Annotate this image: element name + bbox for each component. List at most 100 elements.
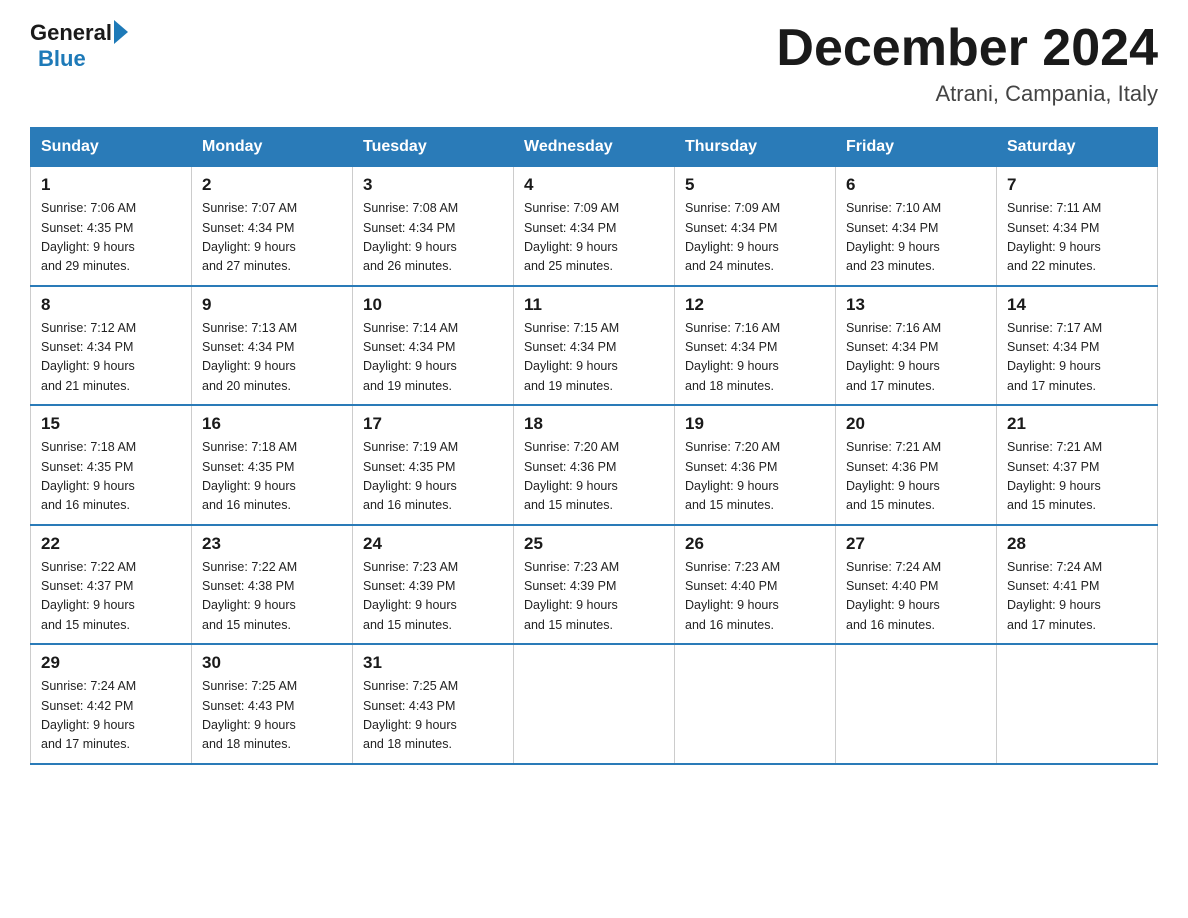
day-number: 4 [524,175,664,195]
day-number: 18 [524,414,664,434]
day-number: 7 [1007,175,1147,195]
day-number: 11 [524,295,664,315]
day-number: 2 [202,175,342,195]
week-row-2: 8 Sunrise: 7:12 AMSunset: 4:34 PMDayligh… [31,286,1158,406]
calendar-cell: 31 Sunrise: 7:25 AMSunset: 4:43 PMDaylig… [353,644,514,764]
day-number: 15 [41,414,181,434]
day-info: Sunrise: 7:13 AMSunset: 4:34 PMDaylight:… [202,319,342,397]
day-info: Sunrise: 7:18 AMSunset: 4:35 PMDaylight:… [41,438,181,516]
day-info: Sunrise: 7:08 AMSunset: 4:34 PMDaylight:… [363,199,503,277]
calendar-cell: 8 Sunrise: 7:12 AMSunset: 4:34 PMDayligh… [31,286,192,406]
day-info: Sunrise: 7:20 AMSunset: 4:36 PMDaylight:… [685,438,825,516]
day-number: 28 [1007,534,1147,554]
day-info: Sunrise: 7:16 AMSunset: 4:34 PMDaylight:… [685,319,825,397]
calendar-cell [836,644,997,764]
calendar-cell [997,644,1158,764]
day-number: 25 [524,534,664,554]
day-number: 5 [685,175,825,195]
day-info: Sunrise: 7:20 AMSunset: 4:36 PMDaylight:… [524,438,664,516]
day-number: 29 [41,653,181,673]
day-info: Sunrise: 7:17 AMSunset: 4:34 PMDaylight:… [1007,319,1147,397]
header-right: December 2024 Atrani, Campania, Italy [776,20,1158,107]
logo-blue-text: Blue [38,46,86,72]
column-header-friday: Friday [836,128,997,167]
calendar-cell: 29 Sunrise: 7:24 AMSunset: 4:42 PMDaylig… [31,644,192,764]
week-row-5: 29 Sunrise: 7:24 AMSunset: 4:42 PMDaylig… [31,644,1158,764]
calendar-cell: 24 Sunrise: 7:23 AMSunset: 4:39 PMDaylig… [353,525,514,645]
day-info: Sunrise: 7:14 AMSunset: 4:34 PMDaylight:… [363,319,503,397]
calendar-cell: 9 Sunrise: 7:13 AMSunset: 4:34 PMDayligh… [192,286,353,406]
day-info: Sunrise: 7:22 AMSunset: 4:38 PMDaylight:… [202,558,342,636]
calendar-table: SundayMondayTuesdayWednesdayThursdayFrid… [30,127,1158,765]
day-info: Sunrise: 7:10 AMSunset: 4:34 PMDaylight:… [846,199,986,277]
calendar-cell [675,644,836,764]
page-header: General Blue December 2024 Atrani, Campa… [30,20,1158,107]
calendar-cell: 22 Sunrise: 7:22 AMSunset: 4:37 PMDaylig… [31,525,192,645]
day-number: 16 [202,414,342,434]
week-row-4: 22 Sunrise: 7:22 AMSunset: 4:37 PMDaylig… [31,525,1158,645]
day-info: Sunrise: 7:24 AMSunset: 4:42 PMDaylight:… [41,677,181,755]
day-info: Sunrise: 7:25 AMSunset: 4:43 PMDaylight:… [202,677,342,755]
calendar-cell: 12 Sunrise: 7:16 AMSunset: 4:34 PMDaylig… [675,286,836,406]
logo-general-text: General [30,20,112,46]
day-info: Sunrise: 7:24 AMSunset: 4:40 PMDaylight:… [846,558,986,636]
day-info: Sunrise: 7:16 AMSunset: 4:34 PMDaylight:… [846,319,986,397]
day-info: Sunrise: 7:21 AMSunset: 4:36 PMDaylight:… [846,438,986,516]
day-number: 10 [363,295,503,315]
day-number: 23 [202,534,342,554]
column-header-saturday: Saturday [997,128,1158,167]
day-info: Sunrise: 7:25 AMSunset: 4:43 PMDaylight:… [363,677,503,755]
calendar-cell: 3 Sunrise: 7:08 AMSunset: 4:34 PMDayligh… [353,167,514,286]
calendar-cell: 7 Sunrise: 7:11 AMSunset: 4:34 PMDayligh… [997,167,1158,286]
calendar-cell: 13 Sunrise: 7:16 AMSunset: 4:34 PMDaylig… [836,286,997,406]
day-number: 17 [363,414,503,434]
calendar-cell: 23 Sunrise: 7:22 AMSunset: 4:38 PMDaylig… [192,525,353,645]
calendar-cell: 25 Sunrise: 7:23 AMSunset: 4:39 PMDaylig… [514,525,675,645]
calendar-cell: 27 Sunrise: 7:24 AMSunset: 4:40 PMDaylig… [836,525,997,645]
day-info: Sunrise: 7:24 AMSunset: 4:41 PMDaylight:… [1007,558,1147,636]
logo-arrow-icon [114,20,128,44]
calendar-cell: 2 Sunrise: 7:07 AMSunset: 4:34 PMDayligh… [192,167,353,286]
calendar-cell: 19 Sunrise: 7:20 AMSunset: 4:36 PMDaylig… [675,405,836,525]
day-info: Sunrise: 7:23 AMSunset: 4:39 PMDaylight:… [524,558,664,636]
calendar-body: 1 Sunrise: 7:06 AMSunset: 4:35 PMDayligh… [31,167,1158,764]
column-header-tuesday: Tuesday [353,128,514,167]
day-info: Sunrise: 7:12 AMSunset: 4:34 PMDaylight:… [41,319,181,397]
day-info: Sunrise: 7:07 AMSunset: 4:34 PMDaylight:… [202,199,342,277]
day-info: Sunrise: 7:11 AMSunset: 4:34 PMDaylight:… [1007,199,1147,277]
day-number: 3 [363,175,503,195]
day-info: Sunrise: 7:23 AMSunset: 4:39 PMDaylight:… [363,558,503,636]
calendar-cell: 5 Sunrise: 7:09 AMSunset: 4:34 PMDayligh… [675,167,836,286]
calendar-cell [514,644,675,764]
calendar-cell: 15 Sunrise: 7:18 AMSunset: 4:35 PMDaylig… [31,405,192,525]
day-number: 27 [846,534,986,554]
day-info: Sunrise: 7:09 AMSunset: 4:34 PMDaylight:… [685,199,825,277]
calendar-cell: 18 Sunrise: 7:20 AMSunset: 4:36 PMDaylig… [514,405,675,525]
column-header-thursday: Thursday [675,128,836,167]
day-info: Sunrise: 7:22 AMSunset: 4:37 PMDaylight:… [41,558,181,636]
day-number: 22 [41,534,181,554]
calendar-cell: 28 Sunrise: 7:24 AMSunset: 4:41 PMDaylig… [997,525,1158,645]
day-number: 13 [846,295,986,315]
day-number: 19 [685,414,825,434]
calendar-cell: 11 Sunrise: 7:15 AMSunset: 4:34 PMDaylig… [514,286,675,406]
day-number: 12 [685,295,825,315]
calendar-cell: 4 Sunrise: 7:09 AMSunset: 4:34 PMDayligh… [514,167,675,286]
header-row: SundayMondayTuesdayWednesdayThursdayFrid… [31,128,1158,167]
day-number: 8 [41,295,181,315]
location-text: Atrani, Campania, Italy [776,81,1158,107]
calendar-cell: 30 Sunrise: 7:25 AMSunset: 4:43 PMDaylig… [192,644,353,764]
calendar-header: SundayMondayTuesdayWednesdayThursdayFrid… [31,128,1158,167]
day-number: 26 [685,534,825,554]
calendar-cell: 10 Sunrise: 7:14 AMSunset: 4:34 PMDaylig… [353,286,514,406]
day-number: 20 [846,414,986,434]
logo: General Blue [30,20,128,72]
week-row-3: 15 Sunrise: 7:18 AMSunset: 4:35 PMDaylig… [31,405,1158,525]
calendar-cell: 26 Sunrise: 7:23 AMSunset: 4:40 PMDaylig… [675,525,836,645]
day-number: 6 [846,175,986,195]
day-number: 24 [363,534,503,554]
day-info: Sunrise: 7:15 AMSunset: 4:34 PMDaylight:… [524,319,664,397]
day-number: 31 [363,653,503,673]
calendar-cell: 16 Sunrise: 7:18 AMSunset: 4:35 PMDaylig… [192,405,353,525]
column-header-sunday: Sunday [31,128,192,167]
